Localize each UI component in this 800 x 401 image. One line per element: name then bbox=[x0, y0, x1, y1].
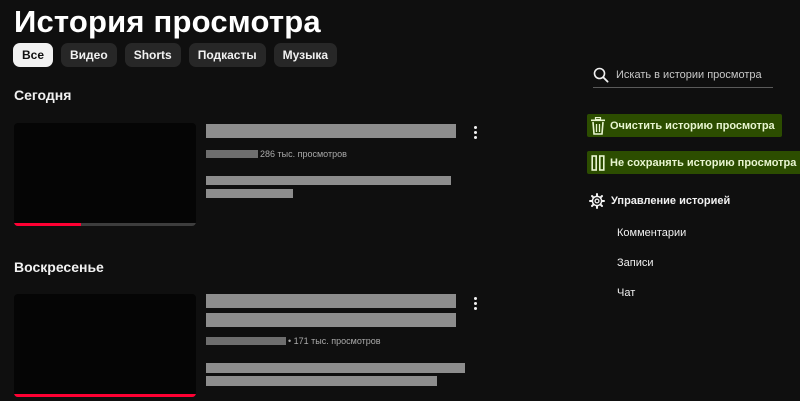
video-thumbnail[interactable] bbox=[14, 294, 196, 397]
pause-icon bbox=[589, 154, 607, 172]
history-link-chat[interactable]: Чат bbox=[617, 287, 635, 299]
filter-chip-shorts[interactable]: Shorts bbox=[124, 43, 181, 67]
history-search-input[interactable] bbox=[616, 68, 766, 81]
video-title-redacted[interactable] bbox=[206, 313, 456, 327]
clear-history-button[interactable]: Очистить историю просмотра bbox=[587, 114, 782, 137]
history-link-comments[interactable]: Комментарии bbox=[617, 227, 686, 239]
watch-progress bbox=[14, 223, 82, 226]
more-vertical-icon[interactable] bbox=[468, 294, 482, 312]
watch-progress bbox=[14, 394, 196, 397]
manage-history-label: Управление историей bbox=[611, 195, 731, 207]
pause-history-label: Не сохранять историю просмотра bbox=[610, 156, 797, 169]
video-title-redacted[interactable] bbox=[206, 124, 456, 138]
search-icon[interactable] bbox=[593, 67, 609, 83]
channel-name-redacted[interactable] bbox=[206, 337, 286, 345]
manage-history-button[interactable]: Управление историей bbox=[589, 193, 730, 209]
video-description-redacted bbox=[206, 176, 451, 185]
gear-icon bbox=[589, 193, 605, 209]
section-heading-today: Сегодня bbox=[14, 87, 72, 103]
filter-chip-podcasts[interactable]: Подкасты bbox=[188, 43, 266, 67]
history-search bbox=[593, 62, 773, 88]
page-title: История просмотра bbox=[14, 4, 321, 39]
video-title-redacted[interactable] bbox=[206, 294, 456, 308]
video-thumbnail[interactable] bbox=[14, 123, 196, 226]
section-heading-sunday: Воскресенье bbox=[14, 259, 104, 275]
clear-history-label: Очистить историю просмотра bbox=[610, 119, 775, 132]
channel-name-redacted[interactable] bbox=[206, 150, 258, 158]
history-link-posts[interactable]: Записи bbox=[617, 257, 654, 269]
filter-chip-all[interactable]: Все bbox=[13, 43, 54, 67]
video-views: 286 тыс. просмотров bbox=[260, 149, 347, 159]
more-vertical-icon[interactable] bbox=[468, 123, 482, 141]
video-description-redacted bbox=[206, 363, 465, 373]
video-description-redacted bbox=[206, 376, 437, 386]
trash-icon bbox=[589, 116, 607, 135]
video-description-redacted bbox=[206, 189, 293, 198]
pause-history-button[interactable]: Не сохранять историю просмотра bbox=[587, 151, 800, 174]
filter-chips: Все Видео Shorts Подкасты Музыка bbox=[13, 43, 338, 67]
video-views: • 171 тыс. просмотров bbox=[288, 336, 381, 346]
filter-chip-music[interactable]: Музыка bbox=[273, 43, 338, 67]
filter-chip-videos[interactable]: Видео bbox=[61, 43, 117, 67]
